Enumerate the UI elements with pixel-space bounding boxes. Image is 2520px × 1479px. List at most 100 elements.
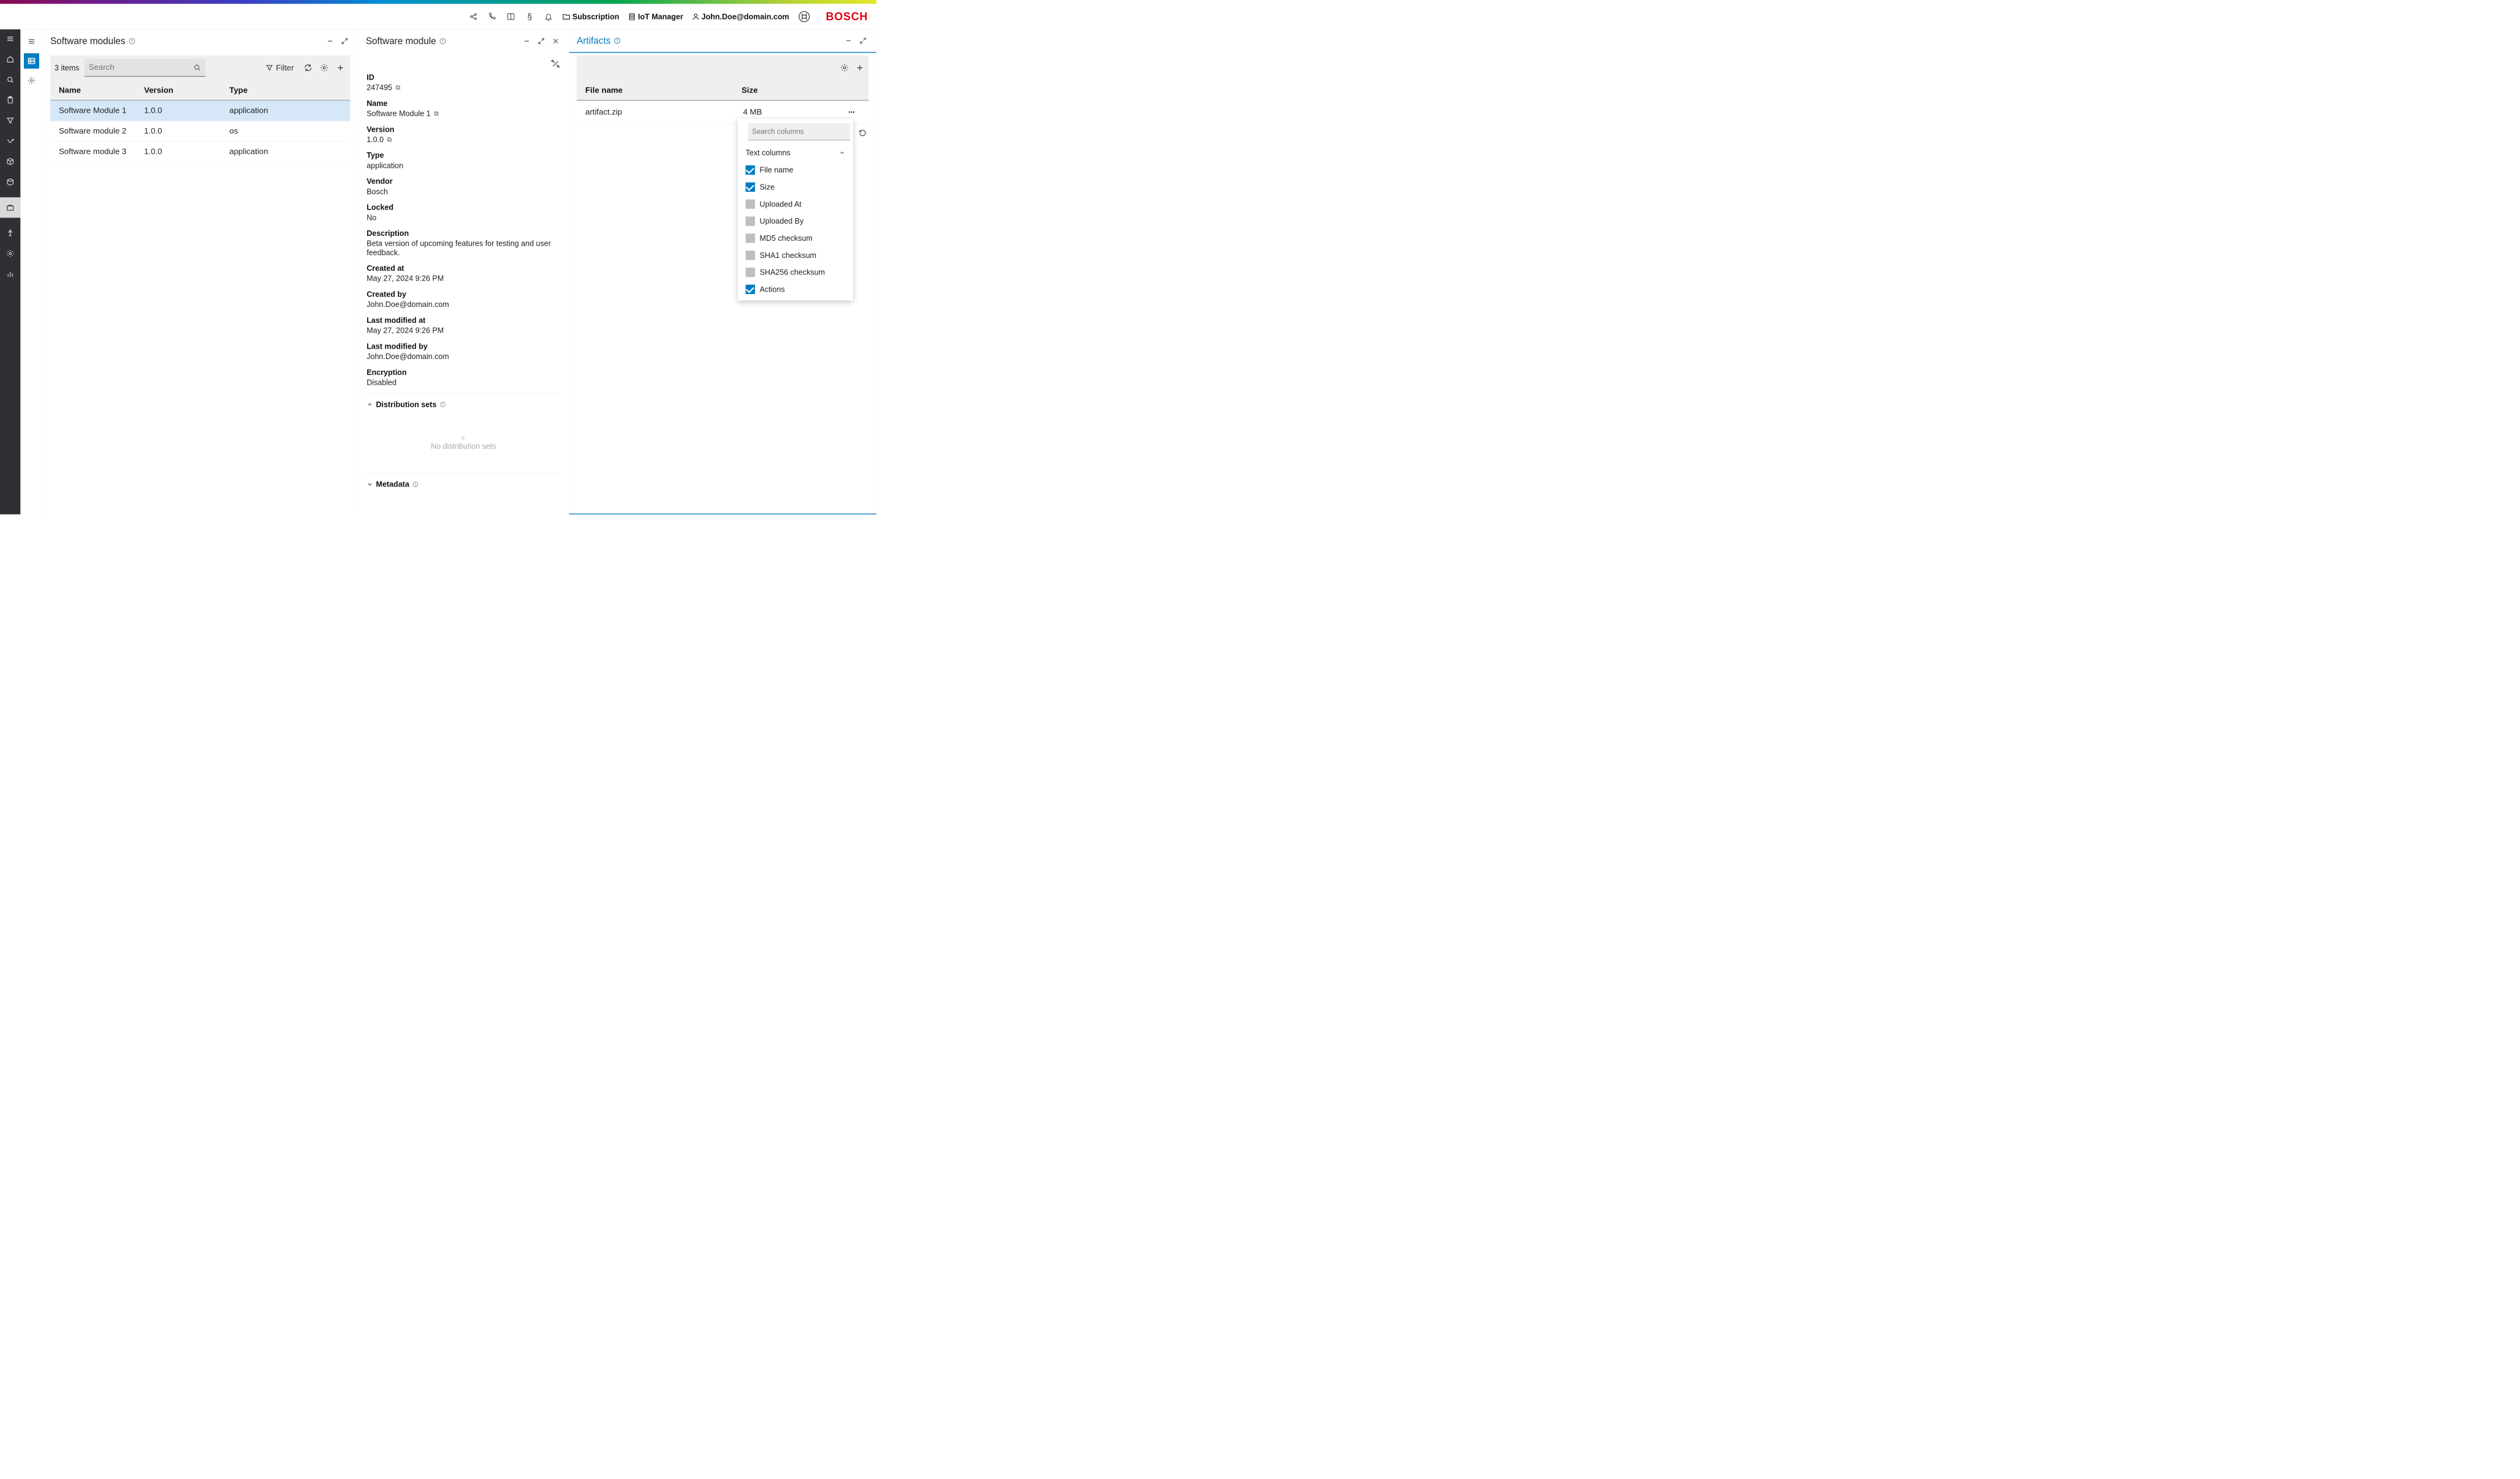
columns-search-wrap[interactable]: [748, 123, 851, 140]
copy-icon[interactable]: [433, 110, 439, 116]
close-button[interactable]: [550, 36, 561, 47]
id-value: 247495: [366, 83, 392, 93]
column-option[interactable]: Uploaded At: [738, 195, 853, 213]
bosch-logo: BOSCH: [825, 10, 868, 23]
panel-title: Software modules: [50, 36, 135, 46]
col-size[interactable]: Size: [715, 86, 758, 95]
cell-type: os: [229, 127, 325, 136]
table-row[interactable]: Software module 3 1.0.0 application: [50, 142, 350, 162]
subnav-menu[interactable]: [24, 34, 39, 49]
table-row[interactable]: Software module 2 1.0.0 os: [50, 121, 350, 142]
info-icon[interactable]: [128, 37, 135, 45]
type-label: Type: [366, 151, 560, 160]
book-icon[interactable]: [506, 12, 516, 22]
share-icon[interactable]: [468, 12, 479, 22]
rail-search[interactable]: [5, 75, 15, 85]
copy-icon[interactable]: [395, 85, 401, 91]
cell-type: application: [229, 147, 325, 156]
col-type[interactable]: Type: [229, 86, 325, 95]
user-menu[interactable]: John.Doe@domain.com: [692, 12, 789, 21]
metadata-toggle[interactable]: Metadata: [366, 480, 560, 489]
rail-home[interactable]: [5, 54, 15, 64]
column-option[interactable]: SHA256 checksum: [738, 264, 853, 281]
info-icon[interactable]: [439, 401, 446, 407]
expand-button[interactable]: [339, 36, 350, 47]
search-input-wrap[interactable]: [85, 59, 206, 77]
panel-title: Artifacts: [577, 36, 621, 46]
phone-icon[interactable]: [487, 12, 498, 22]
column-option[interactable]: File name: [738, 162, 853, 179]
col-version[interactable]: Version: [144, 86, 229, 95]
search-icon: [193, 63, 202, 72]
expand-button[interactable]: [536, 36, 547, 47]
rail-software-modules[interactable]: [0, 197, 20, 218]
subscription-link[interactable]: Subscription: [562, 12, 619, 21]
rail-clipboard[interactable]: [5, 95, 15, 105]
bell-icon[interactable]: [544, 12, 554, 22]
minimize-button[interactable]: [843, 35, 854, 46]
column-option[interactable]: Actions: [738, 281, 853, 298]
checkbox-icon: [746, 251, 755, 260]
columns-popover: Text columns File name Size Uploaded At …: [738, 119, 853, 300]
cell-name: Software module 3: [59, 147, 144, 156]
info-icon[interactable]: [439, 37, 447, 45]
created-by-value: John.Doe@domain.com: [366, 300, 560, 309]
edit-tools-icon[interactable]: [550, 59, 560, 69]
cell-version: 1.0.0: [144, 147, 229, 156]
columns-search-input[interactable]: [752, 127, 846, 136]
created-at-value: May 27, 2024 9:26 PM: [366, 274, 560, 283]
distribution-sets-toggle[interactable]: Distribution sets: [366, 400, 560, 409]
info-icon[interactable]: [613, 37, 621, 45]
section-sign-icon[interactable]: §: [525, 12, 535, 22]
add-artifact-button[interactable]: [856, 63, 865, 72]
search-input[interactable]: [89, 63, 193, 72]
filter-icon: [265, 64, 273, 72]
rail-analytics[interactable]: [5, 269, 15, 279]
column-option[interactable]: Size: [738, 178, 853, 195]
columns-settings-button[interactable]: [840, 63, 849, 72]
rail-package[interactable]: [5, 156, 15, 167]
rail-accessibility[interactable]: [5, 228, 15, 238]
cell-filename: artifact.zip: [585, 107, 719, 116]
rail-flow[interactable]: [5, 136, 15, 146]
modified-by-value: John.Doe@domain.com: [366, 352, 560, 361]
cell-name: Software Module 1: [59, 106, 144, 115]
minimize-button[interactable]: [325, 36, 336, 47]
modified-by-label: Last modified by: [366, 342, 560, 351]
rail-package-alt[interactable]: [5, 177, 15, 187]
checkbox-icon: [746, 165, 755, 175]
table-row[interactable]: Software Module 1 1.0.0 application: [50, 100, 350, 121]
subnav-list-view[interactable]: [24, 53, 39, 69]
rail-settings[interactable]: [5, 249, 15, 259]
checkbox-icon: [746, 268, 755, 277]
column-option[interactable]: Uploaded By: [738, 213, 853, 230]
empty-text: No distribution sets: [366, 442, 560, 451]
iot-manager-link[interactable]: IoT Manager: [628, 12, 683, 21]
locked-label: Locked: [366, 203, 560, 212]
copy-icon[interactable]: [386, 137, 392, 143]
expand-button[interactable]: [857, 35, 868, 46]
col-name[interactable]: Name: [59, 86, 144, 95]
reset-columns-button[interactable]: [859, 129, 867, 137]
checkbox-icon: [746, 285, 755, 294]
rail-filter[interactable]: [5, 116, 15, 126]
filter-button[interactable]: Filter: [262, 60, 297, 75]
modified-at-value: May 27, 2024 9:26 PM: [366, 326, 560, 335]
created-at-label: Created at: [366, 264, 560, 273]
col-filename[interactable]: File name: [585, 86, 715, 95]
minimize-button[interactable]: [521, 36, 532, 47]
columns-section-toggle[interactable]: Text columns: [738, 144, 853, 162]
row-more-icon[interactable]: [848, 108, 856, 116]
info-icon[interactable]: [412, 481, 419, 487]
artifacts-table: File name Size artifact.zip 4 MB: [577, 80, 868, 124]
subnav-settings[interactable]: [24, 73, 39, 88]
sub-nav: [20, 29, 42, 515]
column-option[interactable]: MD5 checksum: [738, 230, 853, 247]
refresh-button[interactable]: [303, 62, 314, 74]
column-option[interactable]: SHA1 checksum: [738, 247, 853, 264]
chevron-up-icon: [839, 149, 845, 156]
cell-type: application: [229, 106, 325, 115]
settings-button[interactable]: [319, 62, 330, 74]
add-button[interactable]: [335, 62, 346, 74]
rail-menu-toggle[interactable]: [5, 34, 15, 44]
